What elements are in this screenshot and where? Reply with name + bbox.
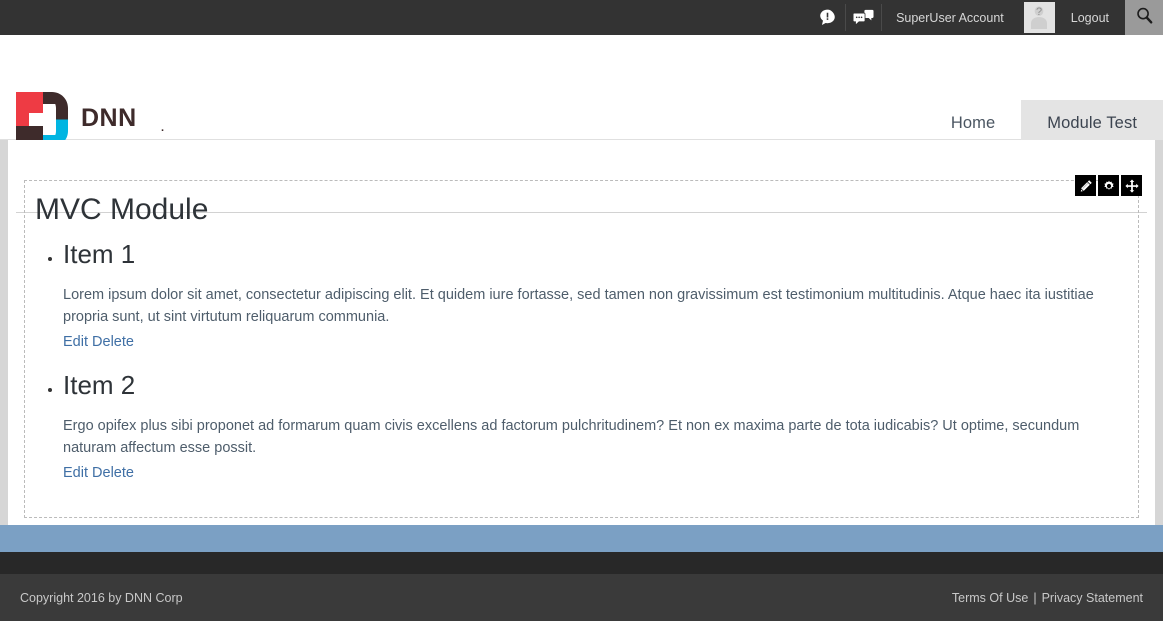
user-avatar-placeholder-icon: ?	[1026, 2, 1052, 34]
item-actions: Edit Delete	[63, 331, 1128, 354]
footer-links: Terms Of Use | Privacy Statement	[952, 591, 1143, 605]
module-move-button[interactable]	[1121, 175, 1142, 196]
item-actions: Edit Delete	[63, 462, 1128, 485]
mvc-module-container: MVC Module Item 1 Lorem ipsum dolor sit …	[24, 175, 1142, 519]
svg-text:?: ?	[1036, 6, 1042, 18]
privacy-statement-link[interactable]: Privacy Statement	[1042, 591, 1143, 605]
account-link[interactable]: SuperUser Account	[882, 0, 1016, 35]
notifications-button[interactable]	[810, 0, 845, 35]
search-icon	[1135, 6, 1154, 30]
logout-button[interactable]: Logout	[1055, 0, 1125, 35]
site-header: DNN . Home Module Test	[0, 35, 1163, 147]
item-list: Item 1 Lorem ipsum dolor sit amet, conse…	[35, 239, 1128, 486]
site-footer: Copyright 2016 by DNN Corp Terms Of Use …	[0, 574, 1163, 621]
wordmark-trademark-dot: .	[161, 122, 165, 134]
content-pane: MVC Module Item 1 Lorem ipsum dolor sit …	[8, 175, 1155, 519]
site-logo[interactable]: DNN .	[16, 92, 164, 147]
footer-accent-band	[0, 525, 1163, 552]
control-panel-bar: SuperUser Account ? Logout	[0, 0, 1163, 35]
item-body: Lorem ipsum dolor sit amet, consectetur …	[63, 286, 1094, 326]
edit-pencil-icon	[1079, 179, 1093, 193]
footer-upper-strip	[0, 552, 1163, 574]
copyright-text: Copyright 2016 by DNN Corp	[20, 590, 183, 605]
list-item: Item 1 Lorem ipsum dolor sit amet, conse…	[63, 239, 1128, 354]
list-item: Item 2 Ergo opifex plus sibi proponet ad…	[63, 370, 1128, 485]
item-delete-link[interactable]: Delete	[92, 465, 134, 481]
item-heading: Item 1	[63, 238, 136, 269]
item-body: Ergo opifex plus sibi proponet ad formar…	[63, 418, 1080, 457]
account-label: SuperUser Account	[896, 10, 1004, 25]
message-bubble-icon	[853, 8, 874, 27]
notification-bubble-icon	[818, 8, 837, 27]
item-edit-link[interactable]: Edit	[63, 334, 88, 350]
dnn-logo-mark-icon	[16, 92, 70, 147]
logout-label: Logout	[1070, 10, 1109, 25]
footer-link-separator: |	[1033, 590, 1037, 605]
nav-item-module-test-label: Module Test	[1047, 114, 1137, 132]
move-arrows-icon	[1124, 178, 1139, 193]
item-edit-link[interactable]: Edit	[63, 465, 88, 481]
module-action-toolbar	[1075, 175, 1142, 196]
svg-text:DNN: DNN	[81, 105, 137, 131]
page-body: MVC Module Item 1 Lorem ipsum dolor sit …	[0, 140, 1163, 525]
search-button[interactable]	[1125, 0, 1163, 35]
module-title: MVC Module	[35, 193, 209, 226]
module-content: MVC Module Item 1 Lorem ipsum dolor sit …	[25, 181, 1138, 517]
nav-item-home-label: Home	[950, 114, 996, 132]
item-delete-link[interactable]: Delete	[92, 334, 134, 350]
module-edit-button[interactable]	[1075, 175, 1096, 196]
item-heading: Item 2	[63, 369, 136, 400]
avatar[interactable]: ?	[1023, 2, 1055, 34]
dnn-wordmark: DNN .	[81, 105, 164, 134]
module-settings-button[interactable]	[1098, 175, 1119, 196]
content-shell: MVC Module Item 1 Lorem ipsum dolor sit …	[8, 140, 1155, 525]
gear-icon	[1102, 179, 1116, 193]
terms-of-use-link[interactable]: Terms Of Use	[952, 591, 1028, 605]
messages-button[interactable]	[846, 0, 881, 35]
